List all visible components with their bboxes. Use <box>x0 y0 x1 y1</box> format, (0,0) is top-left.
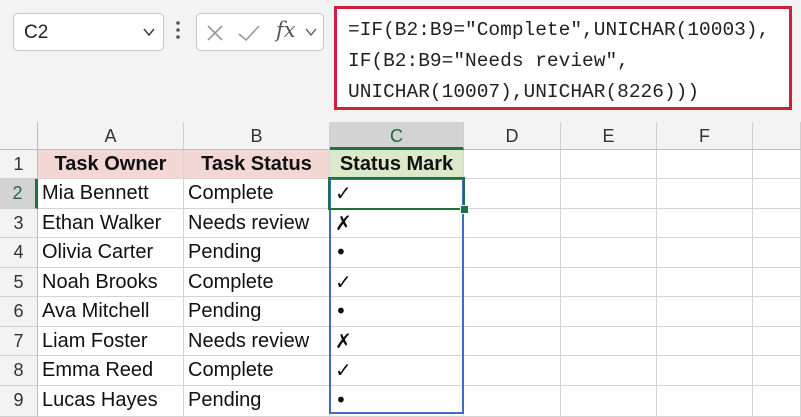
cell-e9[interactable] <box>561 386 657 417</box>
cell-a7[interactable]: Liam Foster <box>38 327 184 356</box>
cell-a6[interactable]: Ava Mitchell <box>38 297 184 327</box>
cell-g7[interactable] <box>753 327 801 356</box>
cell-d5[interactable] <box>464 268 561 297</box>
cell-f4[interactable] <box>657 238 753 268</box>
cell-d7[interactable] <box>464 327 561 356</box>
cell-c8[interactable]: ✓ <box>330 356 464 386</box>
enter-check-icon[interactable] <box>237 23 261 43</box>
column-header-a[interactable]: A <box>38 122 184 150</box>
formula-toolbar: C2 fx =IF(B2:B9="Complete",UNICHAR(10003… <box>0 0 801 122</box>
more-options-icon[interactable] <box>173 17 183 43</box>
row-header-1[interactable]: 1 <box>0 150 38 179</box>
cell-g2[interactable] <box>753 179 801 209</box>
formula-input[interactable]: =IF(B2:B9="Complete",UNICHAR(10003), IF(… <box>334 6 792 110</box>
row-header-4[interactable]: 4 <box>0 238 38 268</box>
row-header-5[interactable]: 5 <box>0 268 38 297</box>
cell-d4[interactable] <box>464 238 561 268</box>
insert-function-icon[interactable]: fx <box>276 18 296 42</box>
formula-line-1: =IF(B2:B9="Complete",UNICHAR(10003), <box>348 19 770 41</box>
cell-g1[interactable] <box>753 150 801 179</box>
formula-line-2: IF(B2:B9="Needs review", <box>348 50 629 72</box>
cell-b4[interactable]: Pending <box>184 238 330 268</box>
column-header-f[interactable]: F <box>657 122 753 150</box>
cell-d6[interactable] <box>464 297 561 327</box>
cell-c7[interactable]: ✗ <box>330 327 464 356</box>
cell-e4[interactable] <box>561 238 657 268</box>
cell-f5[interactable] <box>657 268 753 297</box>
cell-f9[interactable] <box>657 386 753 417</box>
cell-a8[interactable]: Emma Reed <box>38 356 184 386</box>
cell-e2[interactable] <box>561 179 657 209</box>
row-header-8[interactable]: 8 <box>0 356 38 386</box>
cell-a3[interactable]: Ethan Walker <box>38 209 184 238</box>
cell-g3[interactable] <box>753 209 801 238</box>
fill-handle[interactable] <box>460 205 469 214</box>
cell-f7[interactable] <box>657 327 753 356</box>
cell-b9[interactable]: Pending <box>184 386 330 417</box>
row-header-3[interactable]: 3 <box>0 209 38 238</box>
cell-b2[interactable]: Complete <box>184 179 330 209</box>
cell-b1[interactable]: Task Status <box>184 150 330 179</box>
cell-d1[interactable] <box>464 150 561 179</box>
cell-c6[interactable]: • <box>330 297 464 327</box>
cell-c2[interactable]: ✓ <box>330 179 464 209</box>
column-header-d[interactable]: D <box>464 122 561 150</box>
cell-e1[interactable] <box>561 150 657 179</box>
cell-f2[interactable] <box>657 179 753 209</box>
cell-b8[interactable]: Complete <box>184 356 330 386</box>
column-header-b[interactable]: B <box>184 122 330 150</box>
cell-a2[interactable]: Mia Bennett <box>38 179 184 209</box>
cell-c9[interactable]: • <box>330 386 464 417</box>
cell-a4[interactable]: Olivia Carter <box>38 238 184 268</box>
cell-e3[interactable] <box>561 209 657 238</box>
select-all-corner[interactable] <box>0 122 38 150</box>
cell-c3[interactable]: ✗ <box>330 209 464 238</box>
row-header-9[interactable]: 9 <box>0 386 38 417</box>
cell-b6[interactable]: Pending <box>184 297 330 327</box>
cell-c4[interactable]: • <box>330 238 464 268</box>
cell-b7[interactable]: Needs review <box>184 327 330 356</box>
cell-e7[interactable] <box>561 327 657 356</box>
chevron-down-icon[interactable] <box>304 25 318 39</box>
cell-d8[interactable] <box>464 356 561 386</box>
cell-b3[interactable]: Needs review <box>184 209 330 238</box>
cell-g5[interactable] <box>753 268 801 297</box>
name-box-value: C2 <box>24 22 49 43</box>
cell-e6[interactable] <box>561 297 657 327</box>
cell-e5[interactable] <box>561 268 657 297</box>
formula-line-3: UNICHAR(10007),UNICHAR(8226))) <box>348 81 700 103</box>
row-header-7[interactable]: 7 <box>0 327 38 356</box>
cell-e8[interactable] <box>561 356 657 386</box>
name-box[interactable]: C2 <box>13 13 164 51</box>
cell-d9[interactable] <box>464 386 561 417</box>
cell-a9[interactable]: Lucas Hayes <box>38 386 184 417</box>
cell-g4[interactable] <box>753 238 801 268</box>
cell-g9[interactable] <box>753 386 801 417</box>
cancel-icon[interactable] <box>205 23 225 43</box>
cell-f6[interactable] <box>657 297 753 327</box>
cell-d3[interactable] <box>464 209 561 238</box>
cell-c5[interactable]: ✓ <box>330 268 464 297</box>
cell-d2[interactable] <box>464 179 561 209</box>
column-header-c[interactable]: C <box>330 122 464 150</box>
cell-f8[interactable] <box>657 356 753 386</box>
row-header-2[interactable]: 2 <box>0 179 38 209</box>
column-header-e[interactable]: E <box>561 122 657 150</box>
cell-g8[interactable] <box>753 356 801 386</box>
cell-g6[interactable] <box>753 297 801 327</box>
cell-a1[interactable]: Task Owner <box>38 150 184 179</box>
row-header-6[interactable]: 6 <box>0 297 38 327</box>
column-header-g[interactable]: G <box>753 122 801 150</box>
chevron-down-icon[interactable] <box>141 24 157 40</box>
formula-actions: fx <box>196 13 324 51</box>
cell-a5[interactable]: Noah Brooks <box>38 268 184 297</box>
cell-b5[interactable]: Complete <box>184 268 330 297</box>
cell-c1[interactable]: Status Mark <box>330 150 464 179</box>
cell-f1[interactable] <box>657 150 753 179</box>
cell-f3[interactable] <box>657 209 753 238</box>
